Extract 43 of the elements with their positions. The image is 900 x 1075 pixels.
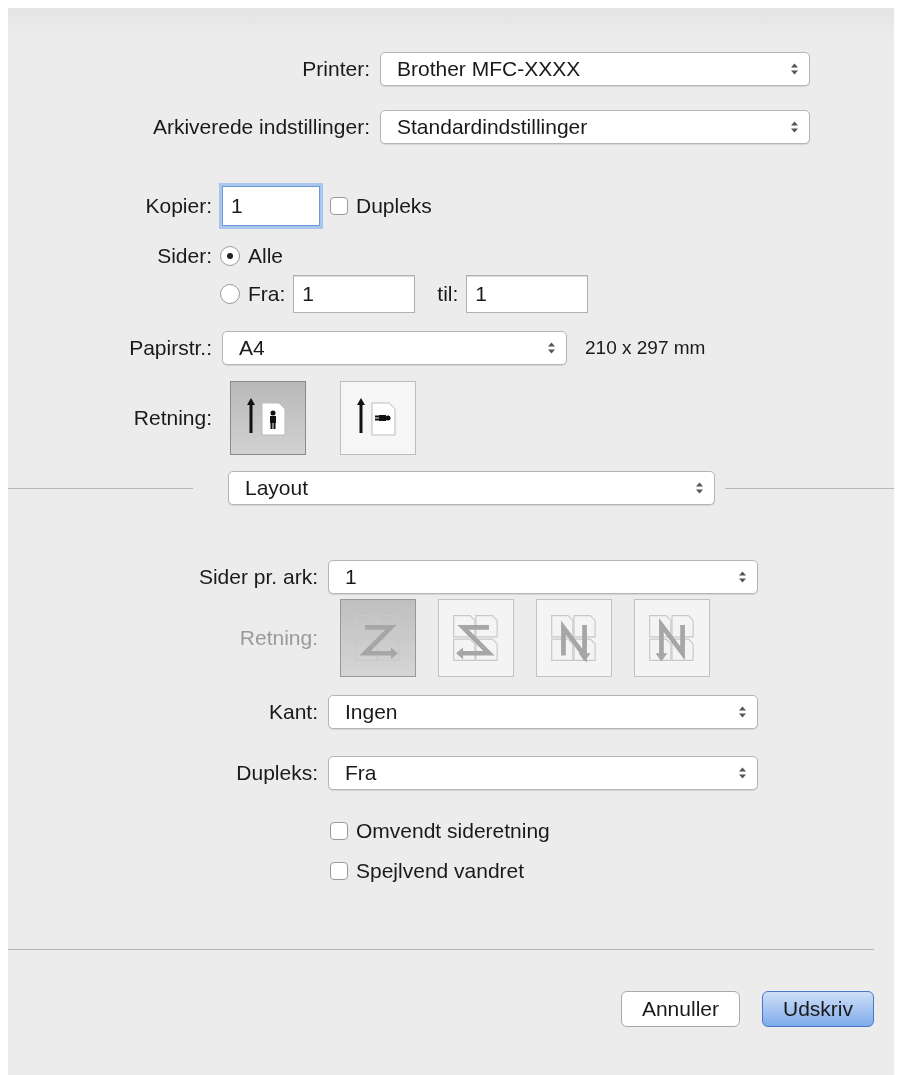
presets-dropdown[interactable]: Standardindstillinger	[380, 110, 810, 144]
field-label: til:	[437, 282, 459, 306]
dropdown-arrows-icon	[738, 705, 747, 719]
border-dropdown[interactable]: Ingen	[328, 695, 758, 729]
duplex-dropdown[interactable]: Fra	[328, 756, 758, 790]
checkbox[interactable]	[330, 862, 348, 880]
radio-button[interactable]	[220, 284, 240, 304]
radio-label: Alle	[248, 244, 284, 268]
checkbox[interactable]	[330, 822, 348, 840]
from-page-input[interactable]: 1	[293, 275, 416, 313]
field-label: Papirstr.:	[128, 336, 212, 360]
cancel-button[interactable]: Annuller	[620, 991, 740, 1027]
field-label: Dupleks:	[235, 761, 318, 785]
dropdown-arrows-icon	[738, 570, 747, 584]
orientation-button[interactable]	[230, 381, 306, 455]
field-label: Arkiverede indstillinger:	[151, 115, 370, 139]
dropdown-arrows-icon	[695, 481, 704, 495]
to-page-input[interactable]: 1	[466, 275, 589, 313]
checkbox[interactable]	[330, 197, 348, 215]
dropdown-arrows-icon	[790, 62, 799, 76]
checkbox-label: Omvendt sideretning	[356, 819, 550, 843]
field-label: Printer:	[301, 57, 370, 81]
pages-per-sheet-dropdown[interactable]: 1	[328, 560, 758, 594]
paper-dimensions: 210 x 297 mm	[585, 337, 706, 359]
field-label: Kant:	[267, 700, 318, 724]
dropdown-arrows-icon	[738, 766, 747, 780]
field-label: Kopier:	[144, 194, 212, 218]
section-dropdown[interactable]: Layout	[228, 471, 715, 505]
checkbox-label: Spejlvend vandret	[356, 859, 525, 883]
orientation-button[interactable]	[340, 381, 416, 455]
checkbox-label: Dupleks	[356, 194, 432, 218]
field-label: Retning:	[238, 626, 318, 650]
printer-dropdown[interactable]: Brother MFC-XXXX	[380, 52, 810, 86]
field-label: Sider pr. ark:	[197, 565, 318, 589]
print-button[interactable]: Udskriv	[762, 991, 874, 1027]
paper-size-dropdown[interactable]: A4	[222, 331, 567, 365]
dropdown-arrows-icon	[547, 341, 556, 355]
field-label: Sider:	[156, 244, 212, 268]
dropdown-arrows-icon	[790, 120, 799, 134]
copies-input[interactable]: 1	[222, 186, 320, 226]
radio-button[interactable]	[220, 246, 240, 266]
field-label: Retning:	[132, 406, 212, 430]
radio-label: Fra:	[248, 282, 286, 306]
